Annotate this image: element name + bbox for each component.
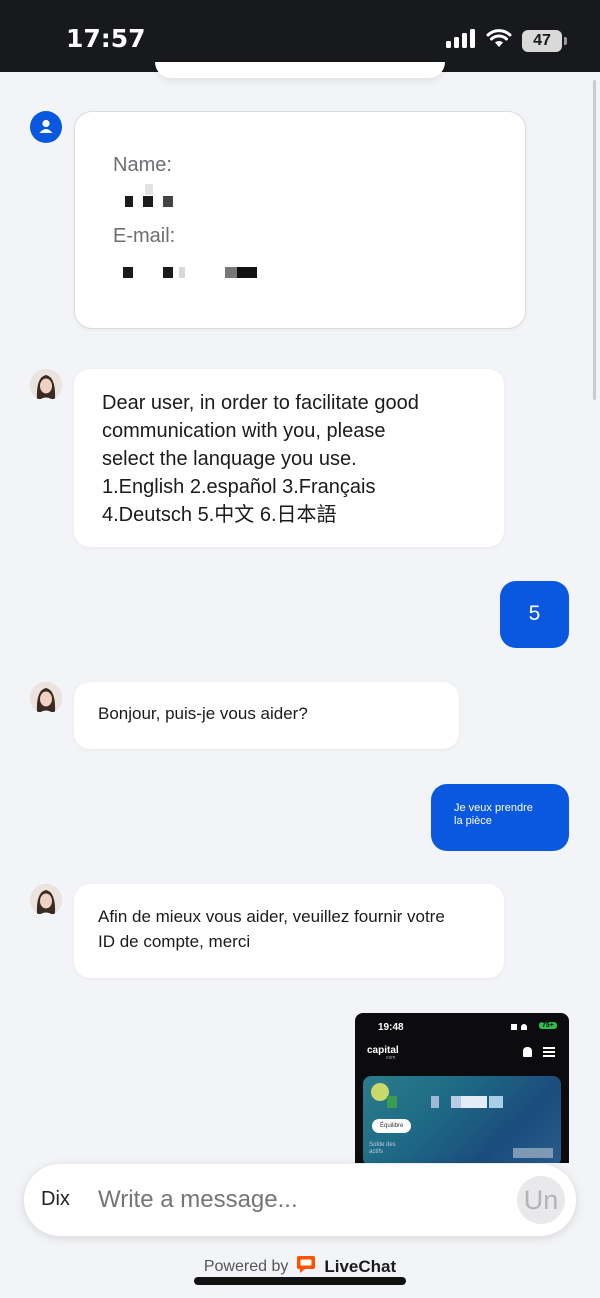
attachment-wifi-icon (521, 1024, 527, 1030)
user-message: 5 (500, 581, 569, 648)
menu-icon (543, 1047, 555, 1057)
agent-photo (30, 682, 62, 714)
send-button[interactable]: Un (517, 1176, 565, 1224)
status-icons: 47 (446, 28, 567, 53)
email-label: E-mail: (113, 225, 176, 247)
agent-photo (30, 884, 62, 916)
bell-icon (523, 1047, 532, 1057)
user-message: Je veux prendre la pièce (431, 784, 569, 851)
livechat-logo-icon (296, 1254, 316, 1279)
attachment-battery: 75+ (539, 1022, 557, 1029)
user-message-text: 5 (528, 602, 541, 625)
user-message-text: Je veux prendre la pièce (454, 802, 533, 827)
agent-message-text: Bonjour, puis-je vous aider? (98, 704, 308, 723)
wifi-icon (486, 28, 512, 53)
agent-avatar (30, 682, 62, 714)
attachment-caption: Solde des actifs (369, 1142, 396, 1155)
message-input[interactable] (98, 1182, 498, 1218)
attachment-balance-card: Équilibre Solde des actifs (363, 1076, 561, 1163)
status-time: 17:57 (66, 24, 146, 53)
attachment-brand-sub: com (386, 1055, 396, 1061)
agent-avatar (30, 884, 62, 916)
attachment-balance-button: Équilibre (372, 1119, 412, 1133)
agent-message: Afin de mieux vous aider, veuillez fourn… (74, 884, 504, 978)
livechat-brand: LiveChat (324, 1256, 397, 1276)
image-attachment[interactable]: 19:48 75+ capital com Équilibre Solde de… (355, 1013, 569, 1163)
home-indicator (194, 1277, 406, 1285)
agent-photo (30, 369, 62, 401)
agent-message: Dear user, in order to facilitate good c… (74, 369, 504, 547)
attachment-signal-icon (511, 1024, 517, 1030)
agent-message-text: Dear user, in order to facilitate good c… (102, 392, 419, 526)
composer-left-label[interactable]: Dix (41, 1188, 70, 1211)
attachment-time: 19:48 (378, 1022, 404, 1033)
powered-by-text: Powered by (203, 1257, 289, 1275)
signal-icon (446, 28, 476, 53)
prechat-form-card: Name: E-mail: (74, 111, 526, 329)
battery-icon: 47 (522, 29, 567, 52)
person-icon (39, 119, 53, 133)
agent-message-text: Afin de mieux vous aider, veuillez fourn… (98, 907, 445, 951)
message-composer: Dix Un (24, 1164, 576, 1236)
scrollbar[interactable] (593, 80, 596, 400)
pinned-card-edge (155, 62, 445, 78)
powered-by-footer[interactable]: Powered by LiveChat (0, 1254, 600, 1279)
user-avatar (30, 111, 62, 143)
agent-message: Bonjour, puis-je vous aider? (74, 682, 459, 749)
agent-avatar (30, 369, 62, 401)
name-label: Name: (113, 154, 172, 176)
